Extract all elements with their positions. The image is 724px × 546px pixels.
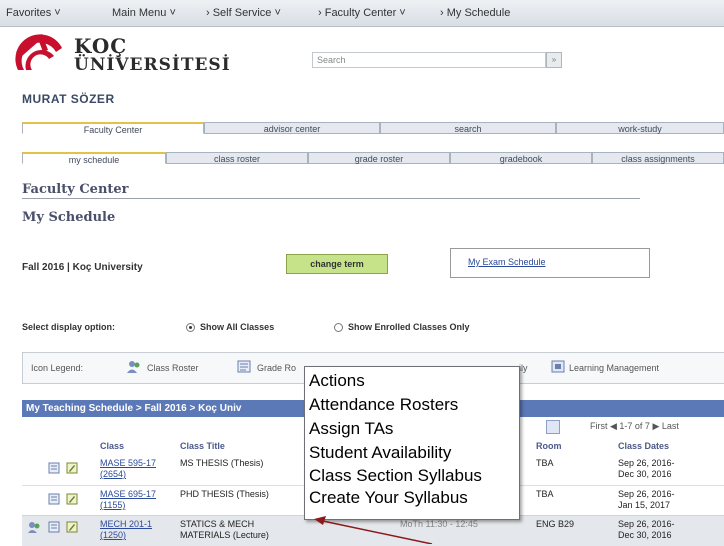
tab-gradebook[interactable]: gradebook xyxy=(450,152,592,164)
legend-grade-roster: Grade Ro xyxy=(257,363,297,373)
search-button[interactable]: » xyxy=(546,52,562,68)
page-title: Faculty Center xyxy=(22,182,129,197)
class-link[interactable]: MECH 201-1 xyxy=(100,519,152,529)
class-dates-end: Dec 30, 2016 xyxy=(618,469,672,479)
meeting-time: MoTh 11:30 - 12:45 xyxy=(400,519,478,529)
tab-work-study[interactable]: work-study xyxy=(556,122,724,134)
class-dates-start: Sep 26, 2016- xyxy=(618,489,675,499)
main-menu[interactable]: Main Menu ˅ xyxy=(112,7,176,19)
class-title: MS THESIS (Thesis) xyxy=(180,458,264,468)
class-link[interactable]: MASE 595-17 xyxy=(100,458,156,468)
class-dates-end: Dec 30, 2016 xyxy=(618,530,672,540)
exam-schedule-link[interactable]: My Exam Schedule xyxy=(468,257,546,267)
display-option-label: Select display option: xyxy=(22,322,116,332)
pager[interactable]: First ◀ 1-7 of 7 ▶ Last xyxy=(590,421,679,432)
grade-roster-icon[interactable] xyxy=(48,493,60,505)
class-title-line2: MATERIALS (Lecture) xyxy=(180,530,269,540)
favorites-menu[interactable]: Favorites ˅ xyxy=(6,7,61,19)
show-enrolled-classes-radio[interactable] xyxy=(334,323,343,332)
class-roster-icon[interactable] xyxy=(28,521,40,533)
menu-item-assign-tas[interactable]: Assign TAs xyxy=(309,419,393,439)
breadcrumb-self-service[interactable]: › Self Service ˅ xyxy=(206,7,281,19)
show-all-classes-radio[interactable] xyxy=(186,323,195,332)
user-name: MURAT SÖZER xyxy=(22,92,115,106)
menu-item-attendance-rosters[interactable]: Attendance Rosters xyxy=(309,395,458,415)
term-label: Fall 2016 | Koç University xyxy=(22,262,143,273)
actions-popup-menu: Actions Attendance Rosters Assign TAs St… xyxy=(304,366,520,520)
tab-search[interactable]: search xyxy=(380,122,556,134)
grade-roster-icon xyxy=(237,360,251,373)
column-header-room[interactable]: Room xyxy=(536,441,562,451)
legend-class-roster: Class Roster xyxy=(147,363,199,373)
room: TBA xyxy=(536,489,554,499)
primary-tabs: Faculty Center advisor center search wor… xyxy=(22,122,724,135)
menu-item-actions: Actions xyxy=(309,371,365,390)
show-all-classes-label[interactable]: Show All Classes xyxy=(200,322,274,332)
room: TBA xyxy=(536,458,554,468)
menu-item-class-section-syllabus[interactable]: Class Section Syllabus xyxy=(309,466,482,486)
tab-class-assignments[interactable]: class assignments xyxy=(592,152,724,164)
show-enrolled-classes-label[interactable]: Show Enrolled Classes Only xyxy=(348,322,470,332)
tab-advisor-center[interactable]: advisor center xyxy=(204,122,380,134)
legend-label: Icon Legend: xyxy=(31,363,84,373)
search-input[interactable] xyxy=(312,52,546,68)
class-roster-icon xyxy=(127,361,140,373)
divider xyxy=(22,198,640,199)
class-number-link[interactable]: (2654) xyxy=(100,469,126,479)
grade-roster-icon[interactable] xyxy=(48,521,60,533)
teaching-schedule-title: My Teaching Schedule > Fall 2016 > Koç U… xyxy=(26,403,242,414)
column-header-class[interactable]: Class xyxy=(100,441,124,451)
legend-learning-management: Learning Management xyxy=(569,363,660,373)
class-number-link[interactable]: (1155) xyxy=(100,500,125,510)
edit-icon[interactable] xyxy=(66,462,78,474)
edit-icon[interactable] xyxy=(66,521,78,533)
secondary-tabs: my schedule class roster grade roster gr… xyxy=(22,152,724,165)
menu-item-create-your-syllabus[interactable]: Create Your Syllabus xyxy=(309,488,468,508)
section-title: My Schedule xyxy=(22,210,116,225)
tab-my-schedule[interactable]: my schedule xyxy=(22,152,166,165)
breadcrumb-faculty-center[interactable]: › Faculty Center ˅ xyxy=(318,7,406,19)
class-dates-start: Sep 26, 2016- xyxy=(618,458,675,468)
menu-item-student-availability[interactable]: Student Availability xyxy=(309,443,451,463)
koc-logo-icon xyxy=(15,34,62,70)
room: ENG B29 xyxy=(536,519,575,529)
class-title-line1: STATICS & MECH xyxy=(180,519,255,529)
top-navigation-bar: Favorites ˅ Main Menu ˅ › Self Service ˅… xyxy=(0,0,724,27)
class-title: PHD THESIS (Thesis) xyxy=(180,489,269,499)
grid-view-icon[interactable] xyxy=(546,420,560,434)
tab-class-roster[interactable]: class roster xyxy=(166,152,308,164)
tab-faculty-center[interactable]: Faculty Center xyxy=(22,122,204,135)
learning-management-icon xyxy=(551,360,565,373)
column-header-class-dates[interactable]: Class Dates xyxy=(618,441,669,451)
class-dates-start: Sep 26, 2016- xyxy=(618,519,675,529)
edit-icon[interactable] xyxy=(66,493,78,505)
class-link[interactable]: MASE 695-17 xyxy=(100,489,156,499)
grade-roster-icon[interactable] xyxy=(48,462,60,474)
class-dates-end: Jan 15, 2017 xyxy=(618,500,671,510)
column-header-class-title[interactable]: Class Title xyxy=(180,441,225,451)
class-number-link[interactable]: (1250) xyxy=(100,530,126,540)
legend-student-availability: ily xyxy=(519,363,528,373)
breadcrumb-my-schedule: › My Schedule xyxy=(440,7,511,19)
logo-text-universitesi: ÜNİVERSİTESİ xyxy=(74,55,231,75)
change-term-button[interactable]: change term xyxy=(286,254,388,274)
tab-grade-roster[interactable]: grade roster xyxy=(308,152,450,164)
